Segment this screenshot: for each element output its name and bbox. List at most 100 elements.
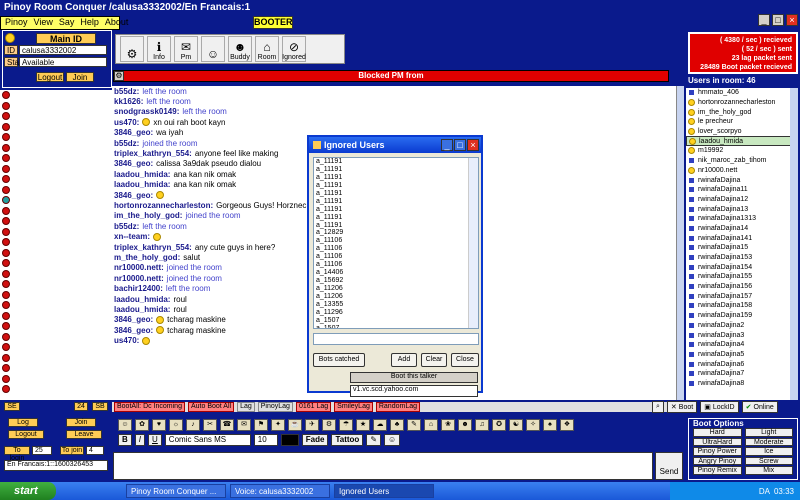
se-button[interactable]: SE [4, 402, 20, 411]
ignored-user-item[interactable]: a_11191 [314, 190, 478, 198]
lockid-button[interactable]: ▣ LockID [700, 401, 739, 413]
close-dialog-button[interactable]: Close [451, 353, 479, 367]
user-list-item[interactable]: rwinafaDajina6 [686, 359, 798, 369]
tab-autobootall[interactable]: Auto Boot All [187, 402, 235, 412]
emoticon-button[interactable]: ✎ [407, 419, 421, 431]
user-list-item[interactable]: rwinafaDajina158 [686, 301, 798, 311]
emoticon-button[interactable]: ⚑ [254, 419, 268, 431]
emoticon-button[interactable]: ☼ [169, 419, 183, 431]
emoticon-button[interactable]: ✂ [203, 419, 217, 431]
menu-say[interactable]: Say [59, 17, 75, 29]
ignored-user-item[interactable]: a_1507 [314, 317, 478, 325]
toolbar-smiley-button[interactable]: ☺ [201, 36, 225, 62]
clear-button[interactable]: Clear [421, 353, 447, 367]
ignored-user-item[interactable]: a_11206 [314, 293, 478, 301]
emoticon-button[interactable]: ♫ [475, 419, 489, 431]
dialog-minimize-button[interactable]: _ [441, 139, 453, 151]
user-list-item[interactable]: hmmato_406 [686, 88, 798, 98]
boot-ice[interactable]: Ice [744, 447, 793, 456]
emoticon-button[interactable]: ⚙ [322, 419, 336, 431]
tab-smileylag[interactable]: SmileyLag [334, 402, 373, 412]
tattoo-button[interactable]: Tattoo [331, 434, 364, 446]
fade-button[interactable]: Fade [301, 434, 329, 446]
logout-button[interactable]: Logout [36, 72, 64, 82]
n24-button[interactable]: 24 [74, 402, 88, 411]
ignored-user-item[interactable]: a_11191 [314, 158, 478, 166]
emoticon-button[interactable]: ★ [356, 419, 370, 431]
user-list-item[interactable]: rwinafaDajina13 [686, 204, 798, 214]
ignored-user-item[interactable]: a_11191 [314, 182, 478, 190]
boot-angry-pinoy[interactable]: Angry Pinoy [693, 456, 742, 465]
emoticon-button[interactable]: ♥ [152, 419, 166, 431]
tab-0161lag[interactable]: 0161 Lag [295, 402, 332, 412]
join-button[interactable]: Join [66, 72, 94, 82]
boot-hard[interactable]: Hard [693, 428, 742, 437]
toolbar-info-button[interactable]: ℹ Info [147, 36, 171, 62]
pencil-icon[interactable]: ✎ [366, 434, 382, 446]
maximize-button[interactable]: □ [772, 14, 784, 26]
ignored-user-item[interactable]: a_11191 [314, 174, 478, 182]
emoticon-button[interactable]: ✪ [492, 419, 506, 431]
ignored-user-item[interactable]: a_11191 [314, 214, 478, 222]
task-voice[interactable]: Voice: calusa3332002 [230, 484, 330, 498]
task-pinoy-room[interactable]: Pinoy Room Conquer ... [126, 484, 226, 498]
dialog-close-button[interactable]: × [467, 139, 479, 151]
user-list-item[interactable]: rwinafaDajina14 [686, 224, 798, 234]
font-select[interactable]: Comic Sans MS [164, 434, 251, 446]
menu-about[interactable]: About [105, 17, 129, 29]
ignored-users-list[interactable]: a_11191 a_11191 a_11191 a_11191 a_11191 a_111… [313, 157, 479, 329]
ignored-user-item[interactable]: a_11191 [314, 166, 478, 174]
color-swatch[interactable] [280, 434, 299, 446]
emoticon-button[interactable]: ✧ [526, 419, 540, 431]
bold-button[interactable]: B [118, 434, 132, 446]
close-button[interactable]: × [786, 14, 798, 26]
boot-light[interactable]: Light [744, 428, 793, 437]
ignored-user-item[interactable]: a_1507 [314, 325, 478, 328]
user-list-item[interactable]: rwinafaDajina159 [686, 311, 798, 321]
ignored-user-item[interactable]: a_15692 [314, 277, 478, 285]
user-list-item[interactable]: rwinafaDajina154 [686, 262, 798, 272]
emoticon-button[interactable]: ♠ [543, 419, 557, 431]
boot-screw[interactable]: Screw [744, 456, 793, 465]
emoticon-button[interactable]: ❖ [560, 419, 574, 431]
user-list-scrollbar[interactable] [790, 88, 798, 400]
start-button[interactable]: start [0, 482, 56, 500]
sb-button[interactable]: SB [92, 402, 108, 411]
ignored-user-item[interactable]: a_12829 [314, 229, 478, 237]
font-size-select[interactable]: 10 [253, 434, 278, 446]
to-join-input[interactable]: 4 [86, 446, 104, 455]
boot-talker-button[interactable]: Boot this talker [350, 372, 478, 383]
room-select[interactable]: En Francais:1::1600326453 [4, 460, 108, 471]
ignored-user-item[interactable]: a_11106 [314, 261, 478, 269]
emoticon-button[interactable]: ✿ [135, 419, 149, 431]
to-login-select[interactable]: 25 [32, 446, 52, 455]
emoticon-button[interactable]: ♪ [186, 419, 200, 431]
toolbar-ignored-button[interactable]: ⊘ Ignored [282, 36, 306, 62]
emoticon-button[interactable]: ☂ [339, 419, 353, 431]
ignored-user-item[interactable]: a_11206 [314, 285, 478, 293]
ignored-user-item[interactable]: a_11191 [314, 206, 478, 214]
emoticon-button[interactable]: ❀ [441, 419, 455, 431]
boot-pinoy-remix[interactable]: Pinoy Remix [693, 466, 742, 475]
stat-select[interactable]: Available [19, 57, 107, 67]
ignored-user-item[interactable]: a_14406 [314, 269, 478, 277]
italic-button[interactable]: I [134, 434, 146, 446]
user-list-item[interactable]: rwinafaDajina8 [686, 379, 798, 389]
toolbar-pm-button[interactable]: ✉ Pm [174, 36, 198, 62]
user-list-item[interactable]: hortonrozannecharleston [686, 98, 798, 108]
emoticon-button[interactable]: ✉ [237, 419, 251, 431]
user-list-item[interactable]: rwinafaDajina15 [686, 243, 798, 253]
user-list-item[interactable]: nik_maroc_zab_tihom [686, 156, 798, 166]
tab-pinoylag[interactable]: PinoyLag [257, 402, 293, 412]
gear-icon[interactable]: ⚙ [114, 71, 124, 81]
leave-button[interactable]: Leave [66, 430, 102, 439]
task-ignored-users[interactable]: Ignored Users [334, 484, 434, 498]
user-list-item[interactable]: lover_scorpyo [686, 127, 798, 137]
user-list-item[interactable]: im_the_holy_god [686, 107, 798, 117]
minimize-button[interactable]: _ [758, 14, 770, 26]
user-list-item[interactable]: rwinafaDajina5 [686, 350, 798, 360]
tab-bootall[interactable]: BootAll: Dc Incoming [114, 402, 185, 412]
logout-bottom-button[interactable]: Logout [8, 430, 44, 439]
user-list-item[interactable]: rwinafaDajina4 [686, 340, 798, 350]
emoticon-button[interactable]: ♣ [390, 419, 404, 431]
